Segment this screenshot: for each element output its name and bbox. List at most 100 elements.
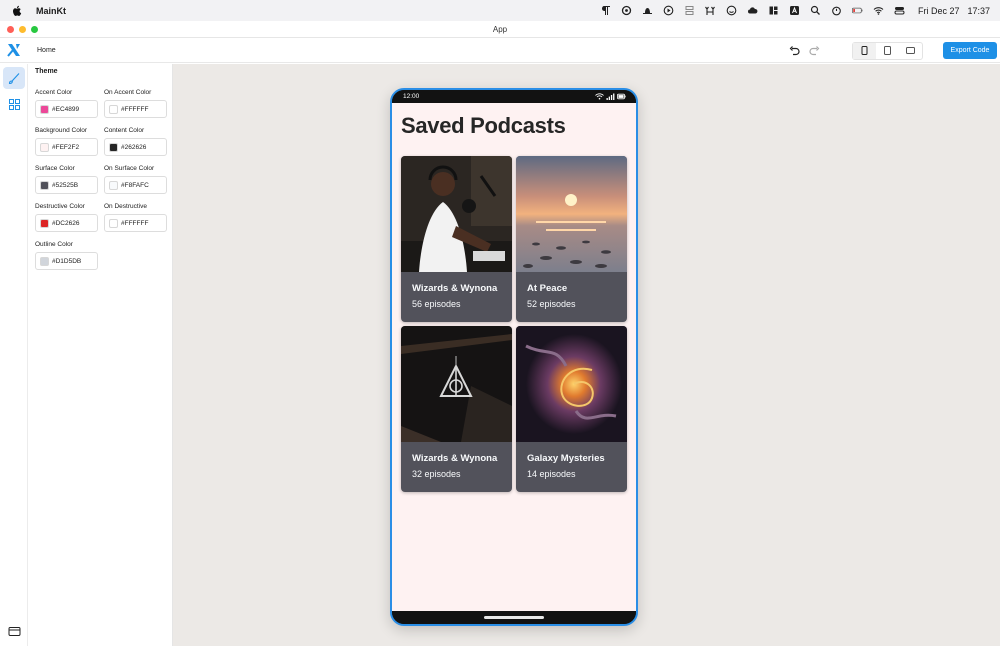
card-view-button[interactable]: [3, 620, 25, 642]
app-toolbar: Home Export Code: [0, 38, 1000, 63]
color-value: #F8FAFC: [121, 181, 149, 189]
color-input[interactable]: #DC2626: [35, 214, 98, 232]
layout-icon[interactable]: [763, 0, 784, 21]
color-input[interactable]: #FFFFFF: [104, 214, 167, 232]
color-swatch[interactable]: [40, 142, 49, 152]
color-swatch[interactable]: [109, 180, 118, 190]
undo-icon: [789, 46, 800, 56]
color-input[interactable]: #FEF2F2: [35, 138, 98, 156]
field-label: On Surface Color: [104, 165, 155, 172]
wifi-icon: [595, 93, 604, 100]
menu-bar-date: Fri Dec 27: [917, 5, 960, 16]
field-label: Background Color: [35, 127, 88, 134]
window-title: App: [492, 24, 508, 34]
color-swatch[interactable]: [40, 218, 49, 228]
color-input[interactable]: #262626: [104, 138, 167, 156]
redo-button[interactable]: [804, 41, 824, 61]
color-input[interactable]: #D1D5DB: [35, 252, 98, 270]
grid-icon: [8, 98, 20, 110]
app-window: App Home Export Code Theme Accent Color …: [0, 21, 1000, 646]
home-indicator[interactable]: [484, 616, 544, 619]
podcast-name: Wizards & Wynona: [412, 283, 498, 294]
apple-logo-icon[interactable]: [12, 5, 22, 17]
undo-button[interactable]: [784, 41, 804, 61]
podcast-episodes: 32 episodes: [412, 469, 461, 479]
color-swatch[interactable]: [109, 104, 118, 114]
search-icon[interactable]: [805, 0, 826, 21]
server-icon[interactable]: [679, 0, 700, 21]
podcast-card[interactable]: Wizards & Wynona 56 episodes: [401, 156, 512, 322]
preview-canvas: 12:00 Saved Podcasts Wizards & Wynona 56…: [173, 64, 1000, 646]
color-swatch[interactable]: [109, 218, 118, 228]
timer-icon[interactable]: [826, 0, 847, 21]
color-swatch[interactable]: [109, 142, 118, 152]
phone-status-icons: [595, 93, 626, 100]
card-icon: [8, 626, 20, 636]
color-value: #262626: [121, 143, 147, 151]
color-value: #52525B: [52, 181, 79, 189]
on-destructive-color-field: On Destructive #FFFFFF: [104, 203, 167, 232]
podcast-name: At Peace: [527, 283, 568, 294]
control-center-icon[interactable]: [889, 0, 910, 21]
left-rail: [0, 64, 28, 646]
field-label: Content Color: [104, 127, 145, 134]
redo-icon: [808, 46, 819, 56]
color-input[interactable]: #F8FAFC: [104, 176, 167, 194]
destructive-color-field: Destructive Color #DC2626: [35, 203, 98, 232]
wifi-icon[interactable]: [868, 0, 889, 21]
field-label: On Destructive: [104, 203, 147, 210]
podcast-name: Galaxy Mysteries: [527, 453, 605, 464]
components-tab-button[interactable]: [3, 93, 25, 115]
phone-preview: 12:00 Saved Podcasts Wizards & Wynona 56…: [390, 88, 638, 626]
color-swatch[interactable]: [40, 180, 49, 190]
battery-icon: [617, 93, 626, 100]
phone-status-bar: 12:00: [392, 90, 636, 103]
podcast-name: Wizards & Wynona: [412, 453, 498, 464]
smiley-icon[interactable]: [721, 0, 742, 21]
podcast-cover-image: [516, 156, 627, 272]
color-value: #D1D5DB: [52, 257, 82, 265]
color-value: #FFFFFF: [121, 105, 149, 113]
color-value: #FFFFFF: [121, 219, 149, 227]
phone-icon: [861, 46, 868, 55]
background-color-field: Background Color #FEF2F2: [35, 127, 98, 156]
active-app-name[interactable]: MainKt: [36, 6, 66, 16]
color-input[interactable]: #FFFFFF: [104, 100, 167, 118]
cloud-icon[interactable]: [742, 0, 763, 21]
podcast-card[interactable]: Wizards & Wynona 32 episodes: [401, 326, 512, 492]
color-swatch[interactable]: [40, 104, 49, 114]
brush-icon: [8, 72, 19, 84]
theme-panel: Theme Accent Color #EC4899 On Accent Col…: [28, 64, 173, 646]
battery-icon[interactable]: [847, 0, 868, 21]
accent-color-field: Accent Color #EC4899: [35, 89, 98, 118]
podcast-episodes: 56 episodes: [412, 299, 461, 309]
theme-tab-button[interactable]: [3, 67, 25, 89]
breadcrumb-home[interactable]: Home: [37, 47, 56, 54]
podcast-episodes: 14 episodes: [527, 469, 576, 479]
desktop-icon: [906, 47, 915, 54]
color-input[interactable]: #EC4899: [35, 100, 98, 118]
field-label: Destructive Color: [35, 203, 85, 210]
hat-icon[interactable]: [637, 0, 658, 21]
export-code-button[interactable]: Export Code: [943, 42, 997, 59]
podcast-cover-image: [516, 326, 627, 442]
color-input[interactable]: #52525B: [35, 176, 98, 194]
podcast-card[interactable]: Galaxy Mysteries 14 episodes: [516, 326, 627, 492]
play-circle-icon[interactable]: [658, 0, 679, 21]
desktop-preview-button[interactable]: [899, 43, 922, 59]
paragraph-icon[interactable]: [595, 0, 616, 21]
app-logo-icon: [7, 44, 20, 57]
phone-preview-button[interactable]: [853, 42, 876, 59]
tablet-preview-button[interactable]: [876, 43, 899, 59]
podcast-card[interactable]: At Peace 52 episodes: [516, 156, 627, 322]
window-titlebar[interactable]: App: [0, 21, 1000, 38]
on-accent-color-field: On Accent Color #FFFFFF: [104, 89, 167, 118]
tablet-icon: [884, 46, 891, 55]
podcast-cover-image: [401, 156, 512, 272]
color-swatch[interactable]: [40, 256, 49, 266]
menu-bar-clock[interactable]: Fri Dec 27 17:37: [918, 6, 990, 16]
text-input-icon[interactable]: [784, 0, 805, 21]
antenna-icon[interactable]: [700, 0, 721, 21]
sync-icon[interactable]: [616, 0, 637, 21]
menu-bar-time: 17:37: [967, 5, 990, 16]
